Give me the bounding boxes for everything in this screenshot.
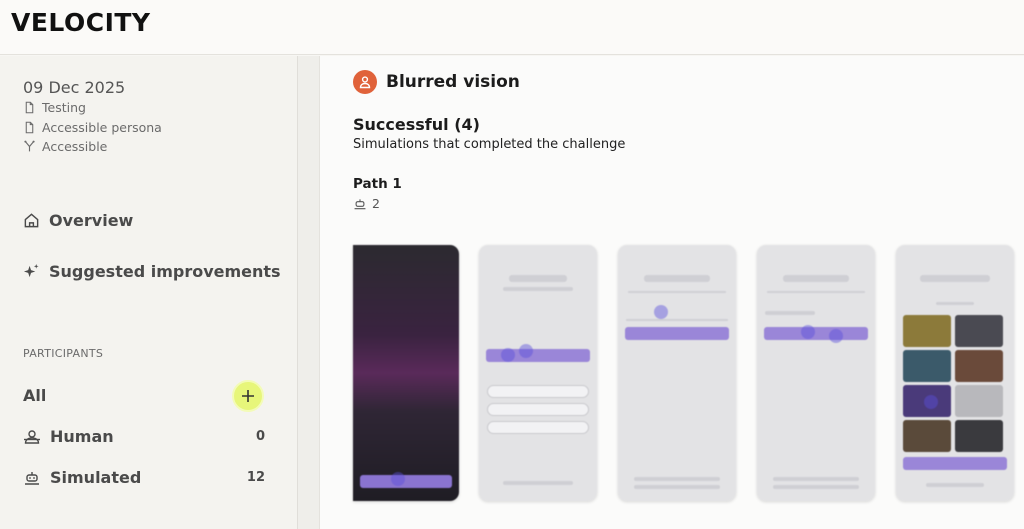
- path-title: Path 1: [353, 176, 402, 192]
- tap-marker: [654, 305, 668, 319]
- screen-divider: [767, 291, 865, 293]
- participant-count: 12: [246, 470, 265, 485]
- participant-label: Simulated: [50, 468, 142, 487]
- persona-title: Blurred vision: [386, 72, 520, 92]
- input-line: [626, 319, 728, 321]
- sidebar: 09 Dec 2025 Testing Accessible persona A…: [0, 56, 298, 529]
- participants-human[interactable]: Human 0: [23, 427, 265, 446]
- tap-marker: [519, 344, 533, 358]
- screen-heading: [509, 275, 567, 282]
- tap-marker: [829, 329, 843, 343]
- screen-divider: [628, 291, 726, 293]
- nav-label: Overview: [49, 211, 134, 230]
- vibe-tile: [955, 420, 1003, 452]
- screen-thumbnail[interactable]: [479, 245, 597, 501]
- vibe-tile: [955, 315, 1003, 347]
- tap-marker: [801, 325, 815, 339]
- screen-thumbnail[interactable]: [618, 245, 736, 501]
- screen-text: [936, 302, 974, 305]
- meta-label: Accessible persona: [42, 120, 162, 135]
- screen-footer: [773, 485, 859, 489]
- person-icon: [359, 76, 371, 89]
- nav-label: Suggested improvements: [49, 262, 281, 281]
- robot-icon: [25, 471, 39, 485]
- screen-thumbnail[interactable]: [353, 245, 459, 501]
- participant-count: 0: [255, 429, 265, 444]
- meta-label: Accessible: [42, 139, 108, 154]
- app-logo[interactable]: VELOCITY: [11, 8, 151, 37]
- persona-avatar: [353, 70, 377, 94]
- vibe-tile: [955, 350, 1003, 382]
- social-option: [487, 421, 589, 434]
- participants-all[interactable]: All: [23, 386, 46, 405]
- document-icon: [25, 101, 34, 114]
- screen-footer: [634, 485, 720, 489]
- nav-suggested-improvements[interactable]: Suggested improvements: [23, 262, 281, 281]
- social-option: [487, 403, 589, 416]
- plus-icon: [242, 390, 254, 402]
- screen-footer: [926, 483, 984, 487]
- primary-button: [903, 457, 1007, 470]
- vibe-tile: [903, 420, 951, 452]
- screen-text: [503, 287, 573, 291]
- nav-overview[interactable]: Overview: [23, 211, 133, 230]
- sparkle-icon: [23, 263, 39, 278]
- vibe-tile: [903, 350, 951, 382]
- top-bar: VELOCITY: [0, 0, 1024, 55]
- screen-thumbnail[interactable]: [896, 245, 1014, 501]
- participants-heading: PARTICIPANTS: [23, 347, 104, 360]
- screen-footer: [503, 481, 573, 485]
- vibe-tile: [903, 315, 951, 347]
- tap-marker: [501, 348, 515, 362]
- tap-marker: [391, 472, 405, 486]
- screen-footer: [634, 477, 720, 481]
- add-participant-button[interactable]: [232, 380, 264, 412]
- screen-heading: [783, 275, 849, 282]
- success-subtitle: Simulations that completed the challenge: [353, 137, 626, 152]
- primary-button: [625, 327, 729, 340]
- screen-footer: [773, 477, 859, 481]
- participant-label: Human: [50, 427, 114, 446]
- document-icon: [25, 121, 34, 134]
- meta-label: Testing: [42, 100, 86, 115]
- social-option: [487, 385, 589, 398]
- home-icon: [24, 213, 39, 228]
- cta-bar: [360, 475, 452, 488]
- people-icon: [24, 429, 40, 444]
- sidebar-gutter: [298, 56, 320, 529]
- robot-icon: [354, 198, 366, 209]
- meta-persona: Accessible persona: [23, 120, 162, 135]
- success-heading: Successful (4): [353, 115, 480, 134]
- participants-simulated[interactable]: Simulated 12: [23, 468, 265, 487]
- tap-marker: [924, 395, 938, 409]
- meta-accessible: Accessible: [23, 139, 107, 154]
- vibe-tile: [955, 385, 1003, 417]
- screen-heading: [644, 275, 710, 282]
- screen-thumbnail[interactable]: [757, 245, 875, 501]
- screen-heading: [920, 275, 990, 282]
- primary-button: [764, 327, 868, 340]
- path-count-value: 2: [372, 196, 380, 211]
- branch-icon: [24, 140, 35, 152]
- input-value: [765, 311, 815, 315]
- main-panel: Blurred vision Successful (4) Simulation…: [320, 56, 1024, 529]
- path-participant-count: 2: [353, 196, 380, 211]
- session-date: 09 Dec 2025: [23, 78, 126, 97]
- meta-testing: Testing: [23, 100, 86, 115]
